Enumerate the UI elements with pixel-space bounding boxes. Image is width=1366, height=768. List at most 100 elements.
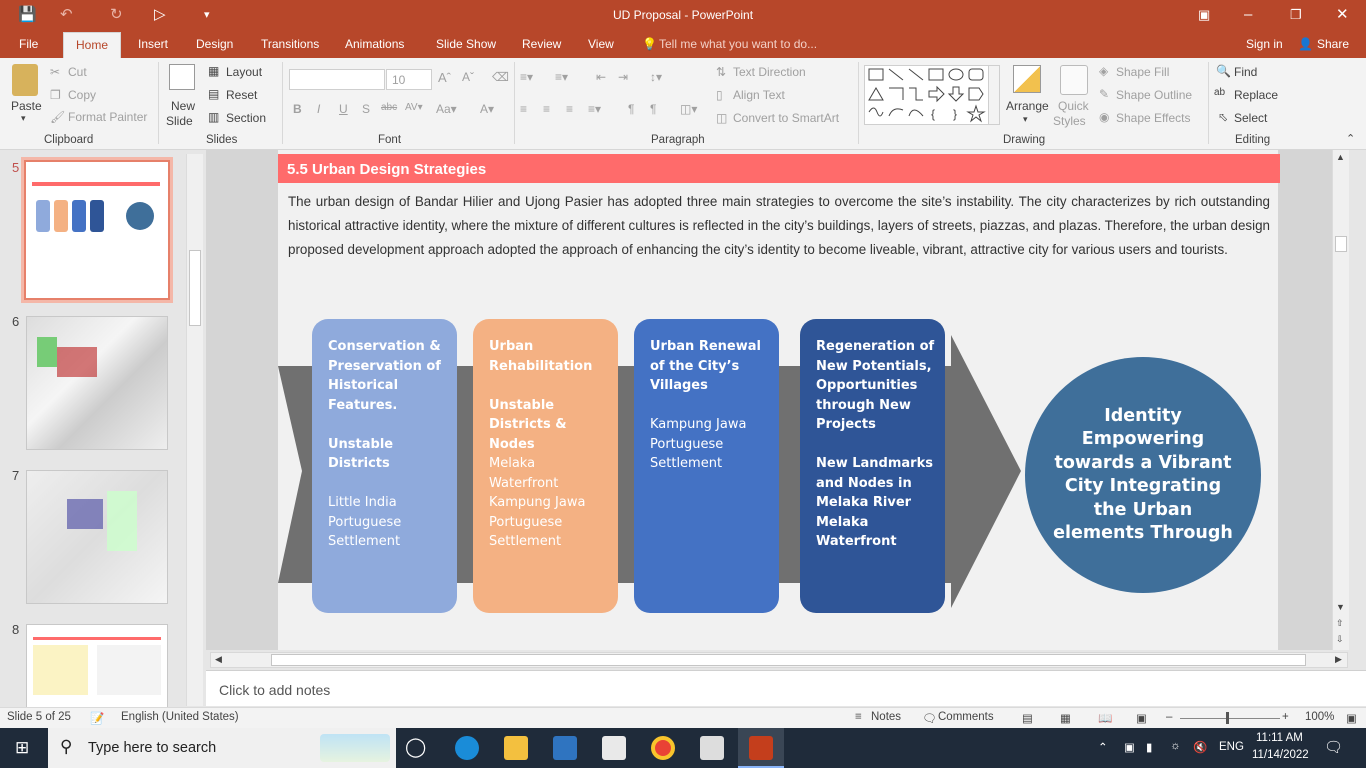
underline-icon[interactable]: U — [339, 102, 348, 116]
store-icon[interactable] — [553, 736, 577, 760]
align-text-button[interactable]: Align Text — [733, 88, 785, 102]
gallery-scroll[interactable] — [988, 65, 1000, 125]
font-size-dropdown[interactable]: 10 — [386, 69, 432, 90]
new-slide-button-line2[interactable]: Slide — [166, 114, 193, 128]
meet-now-icon[interactable]: ▣ — [1124, 740, 1135, 754]
quick-styles-button[interactable]: Quick — [1058, 99, 1089, 113]
bold-icon[interactable]: B — [293, 102, 302, 116]
battery-icon[interactable]: ▮ — [1146, 740, 1152, 754]
tab-animations[interactable]: Animations — [345, 37, 404, 51]
zoom-in-icon[interactable]: + — [1282, 711, 1289, 723]
language-tray[interactable]: ENG — [1219, 741, 1244, 753]
new-slide-icon[interactable] — [169, 64, 195, 90]
share-button[interactable]: Share — [1317, 37, 1349, 51]
windows-start-icon[interactable]: ⊞ — [15, 738, 29, 758]
tab-insert[interactable]: Insert — [138, 37, 168, 51]
photos-icon[interactable] — [700, 736, 724, 760]
volume-muted-icon[interactable]: 🔇 — [1193, 740, 1207, 754]
find-button[interactable]: Find — [1234, 65, 1257, 79]
slide-show-icon[interactable]: ▣ — [1136, 711, 1147, 725]
tab-home[interactable]: Home — [63, 32, 122, 58]
zoom-out-icon[interactable]: – — [1166, 711, 1172, 723]
tell-me-search[interactable]: Tell me what you want to do... — [659, 37, 817, 51]
text-direction-button[interactable]: Text Direction — [733, 65, 806, 79]
scroll-right-icon[interactable]: ▶ — [1335, 654, 1342, 665]
change-case-icon[interactable]: Aa▾ — [436, 102, 457, 116]
justify-icon[interactable]: ≡▾ — [588, 102, 601, 116]
slide-sorter-icon[interactable]: ▦ — [1060, 711, 1071, 725]
scroll-down-icon[interactable]: ▼ — [1336, 602, 1345, 612]
powerpoint-icon[interactable] — [749, 736, 773, 760]
next-slide-icon[interactable]: ⇩ — [1336, 634, 1344, 645]
rtl-icon[interactable]: ¶ — [650, 102, 656, 116]
mail-icon[interactable] — [602, 736, 626, 760]
slide-thumbnail-5[interactable] — [21, 157, 173, 303]
previous-slide-icon[interactable]: ⇧ — [1336, 618, 1344, 629]
tab-view[interactable]: View — [588, 37, 614, 51]
chrome-icon[interactable] — [651, 736, 675, 760]
zoom-slider[interactable] — [1180, 718, 1280, 719]
scroll-left-icon[interactable]: ◀ — [215, 654, 222, 665]
notifications-icon[interactable]: 🗨 — [1324, 738, 1343, 756]
shapes-gallery[interactable]: {} — [864, 65, 1000, 125]
tab-transitions[interactable]: Transitions — [261, 37, 319, 51]
slide-thumbnail-6[interactable] — [26, 316, 168, 450]
powerpoint-taskbar-slot[interactable] — [738, 728, 784, 768]
align-center-icon[interactable]: ≡ — [543, 102, 550, 116]
columns-icon[interactable]: ◫▾ — [680, 102, 697, 116]
arrange-icon[interactable] — [1013, 65, 1041, 93]
ribbon-display-options-icon[interactable]: ▣ — [1198, 5, 1210, 25]
slide-thumbnail-7[interactable] — [26, 470, 168, 604]
decrease-font-icon[interactable]: Aˇ — [462, 70, 474, 84]
strikethrough-icon[interactable]: abc — [381, 102, 397, 113]
format-painter-button[interactable]: Format Painter — [68, 110, 147, 124]
file-explorer-icon[interactable] — [504, 736, 528, 760]
arrange-button[interactable]: Arrange — [1006, 99, 1049, 113]
tab-slide-show[interactable]: Slide Show — [436, 37, 496, 51]
zoom-slider-thumb[interactable] — [1226, 712, 1229, 724]
spell-check-icon[interactable]: 📝 — [90, 711, 104, 725]
language-indicator[interactable]: English (United States) — [121, 711, 239, 723]
align-right-icon[interactable]: ≡ — [566, 102, 573, 116]
normal-view-icon[interactable]: ▤ — [1022, 711, 1033, 725]
numbering-icon[interactable]: ≡▾ — [555, 70, 568, 84]
increase-font-icon[interactable]: Aˆ — [438, 70, 451, 85]
ltr-icon[interactable]: ¶ — [628, 102, 634, 116]
layout-button[interactable]: Layout — [226, 65, 262, 79]
align-left-icon[interactable]: ≡ — [520, 102, 527, 116]
zoom-level[interactable]: 100% — [1305, 711, 1334, 723]
select-button[interactable]: Select — [1234, 111, 1267, 125]
tray-time[interactable]: 11:11 AM — [1256, 732, 1303, 744]
collapse-ribbon-icon[interactable]: ⌃ — [1346, 132, 1355, 145]
tray-date[interactable]: 11/14/2022 — [1252, 749, 1309, 761]
quick-styles-icon[interactable] — [1060, 65, 1088, 95]
paste-icon[interactable] — [12, 64, 38, 96]
slide-canvas[interactable]: 5.5 Urban Design Strategies The urban de… — [278, 150, 1280, 650]
thumbnails-scrollbar[interactable] — [186, 154, 203, 706]
section-button[interactable]: Section — [226, 111, 266, 125]
notes-button[interactable]: Notes — [871, 711, 901, 723]
restore-icon[interactable]: ❐ — [1290, 5, 1302, 25]
quick-styles-button-line2[interactable]: Styles — [1053, 114, 1086, 128]
tab-design[interactable]: Design — [196, 37, 233, 51]
reading-view-icon[interactable]: 📖 — [1098, 711, 1112, 725]
tab-file[interactable]: File — [19, 37, 38, 51]
increase-indent-icon[interactable]: ⇥ — [618, 70, 628, 84]
shape-effects-button[interactable]: Shape Effects — [1116, 111, 1191, 125]
paste-button[interactable]: Paste — [11, 99, 42, 113]
editor-horizontal-scrollbar[interactable]: ◀ ▶ — [210, 652, 1348, 668]
sign-in-link[interactable]: Sign in — [1246, 37, 1283, 51]
decrease-indent-icon[interactable]: ⇤ — [596, 70, 606, 84]
edge-icon[interactable] — [455, 736, 479, 760]
slide-thumbnail-8[interactable] — [26, 624, 168, 714]
shadow-icon[interactable]: S — [362, 102, 370, 116]
replace-button[interactable]: Replace — [1234, 88, 1278, 102]
convert-smartart-button[interactable]: Convert to SmartArt — [733, 111, 839, 125]
notes-pane[interactable]: Click to add notes — [206, 670, 1366, 706]
line-spacing-icon[interactable]: ↕▾ — [650, 70, 662, 84]
editor-vertical-scrollbar[interactable]: ▲ ▼ ⇧ ⇩ — [1332, 150, 1349, 650]
cut-button[interactable]: Cut — [68, 65, 87, 79]
italic-icon[interactable]: I — [317, 102, 320, 116]
font-name-dropdown[interactable] — [289, 69, 385, 90]
tab-review[interactable]: Review — [522, 37, 561, 51]
